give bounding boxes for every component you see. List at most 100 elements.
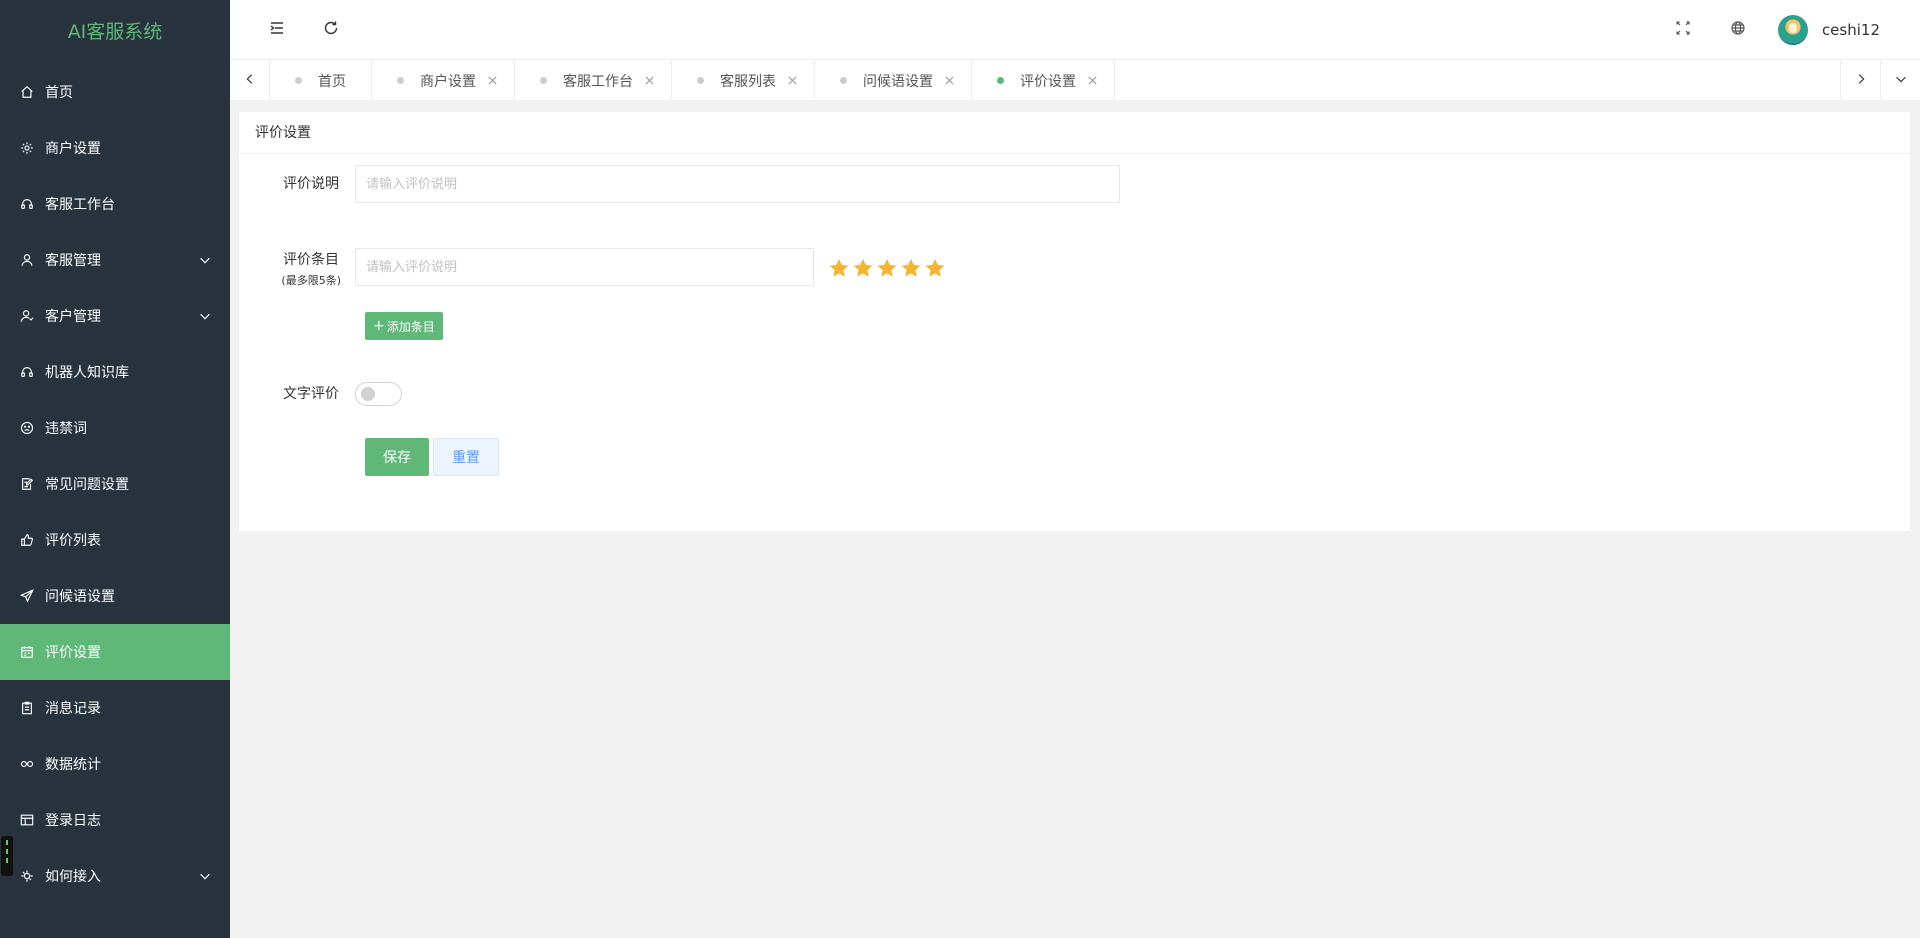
tab-status-dot — [397, 77, 404, 84]
sidebar-item-greeting-settings[interactable]: 问候语设置 — [0, 568, 230, 624]
sidebar-item-home[interactable]: 首页 — [0, 64, 230, 120]
sidebar-item-merchant-settings[interactable]: 商户设置 — [0, 120, 230, 176]
sidebar-item-label: 客服管理 — [45, 253, 101, 269]
plug-icon — [20, 869, 34, 883]
star-icon[interactable] — [828, 257, 850, 279]
sidebar-item-how-to-integrate[interactable]: 如何接入 — [0, 848, 230, 904]
tab-label: 问候语设置 — [863, 73, 933, 90]
user-menu[interactable]: ceshi12 — [1777, 15, 1880, 45]
send-icon — [20, 589, 34, 603]
sidebar-item-label: 常见问题设置 — [45, 477, 129, 493]
add-item-button[interactable]: + 添加条目 — [365, 312, 443, 340]
gear-icon — [20, 141, 34, 155]
refresh-button[interactable] — [319, 18, 343, 42]
globe-icon — [1730, 20, 1746, 40]
fullscreen-button[interactable] — [1671, 18, 1695, 42]
text-review-toggle[interactable] — [355, 382, 402, 406]
tab-status-dot — [697, 77, 704, 84]
sidebar-item-robot-knowledge[interactable]: 机器人知识库 — [0, 344, 230, 400]
review-items-label-group: 评价条目 (最多限5条) — [239, 248, 355, 288]
tab-greeting-settings[interactable]: 问候语设置 — [815, 60, 972, 100]
user-icon — [20, 253, 34, 267]
tabs-dropdown-button[interactable] — [1880, 60, 1920, 101]
tab-label: 客服工作台 — [563, 73, 633, 90]
review-items-row: 评价条目 (最多限5条) — [239, 248, 948, 288]
link-icon — [20, 757, 34, 771]
description-input[interactable] — [355, 165, 1120, 203]
star-icon[interactable] — [876, 257, 898, 279]
star-icon[interactable] — [924, 257, 946, 279]
sidebar-item-forbidden-words[interactable]: 违禁词 — [0, 400, 230, 456]
sidebar-item-customer-management[interactable]: 客户管理 — [0, 288, 230, 344]
sidebar-item-statistics[interactable]: 数据统计 — [0, 736, 230, 792]
text-review-label: 文字评价 — [283, 386, 339, 402]
sidebar-item-label: 客服工作台 — [45, 197, 115, 213]
sidebar-item-agent-management[interactable]: 客服管理 — [0, 232, 230, 288]
close-icon[interactable] — [486, 75, 498, 87]
sidebar: AI客服系统 首页 商户设置 客服工作台 客服管理 客户管理 机器人知识库 违禁… — [0, 0, 230, 938]
clipboard-icon — [20, 701, 34, 715]
review-item-input[interactable] — [355, 248, 814, 286]
sidebar-item-message-records[interactable]: 消息记录 — [0, 680, 230, 736]
username: ceshi12 — [1821, 21, 1880, 39]
text-review-row: 文字评价 — [239, 382, 402, 406]
form-actions: 保存 重置 — [365, 438, 499, 476]
customer-icon — [20, 309, 34, 323]
sidebar-item-label: 评价列表 — [45, 533, 101, 549]
tab-home[interactable]: 首页 — [270, 60, 372, 100]
save-button[interactable]: 保存 — [365, 438, 429, 476]
sidebar-item-faq-settings[interactable]: 常见问题设置 — [0, 456, 230, 512]
tab-agent-workbench[interactable]: 客服工作台 — [515, 60, 672, 100]
headset-icon — [20, 197, 34, 211]
chevron-down-icon — [1894, 72, 1908, 90]
add-item-label: 添加条目 — [386, 319, 435, 334]
sidebar-item-label: 商户设置 — [45, 141, 101, 157]
review-items-label: 评价条目 — [283, 252, 339, 268]
robot-icon — [20, 365, 34, 379]
menu-fold-icon — [269, 20, 285, 40]
reset-button[interactable]: 重置 — [433, 438, 499, 476]
tabs-scroll-right-button[interactable] — [1840, 60, 1880, 101]
tab-status-dot — [997, 77, 1004, 84]
sidebar-item-label: 首页 — [45, 85, 73, 101]
sidebar-item-login-log[interactable]: 登录日志 — [0, 792, 230, 848]
card-title: 评价设置 — [239, 112, 1910, 154]
language-button[interactable] — [1726, 18, 1750, 42]
description-label: 评价说明 — [283, 176, 339, 192]
chevron-right-icon — [1854, 72, 1868, 90]
star-icon[interactable] — [852, 257, 874, 279]
review-items-limit-hint: (最多限5条) — [281, 274, 341, 287]
sidebar-item-label: 问候语设置 — [45, 589, 115, 605]
sidebar-item-label: 违禁词 — [45, 421, 87, 437]
face-icon — [20, 421, 34, 435]
tab-review-settings[interactable]: 评价设置 — [972, 60, 1115, 100]
sidebar-item-label: 消息记录 — [45, 701, 101, 717]
tab-label: 首页 — [318, 73, 346, 90]
chevron-down-icon — [198, 869, 212, 883]
sidebar-menu: 首页 商户设置 客服工作台 客服管理 客户管理 机器人知识库 违禁词 常见问题设… — [0, 64, 230, 904]
menu-toggle-button[interactable] — [265, 18, 289, 42]
tab-list: 首页 商户设置 客服工作台 客服列表 问候语设置 评价设置 — [270, 60, 1840, 100]
sidebar-item-label: 机器人知识库 — [45, 365, 129, 381]
home-icon — [20, 85, 34, 99]
refresh-icon — [323, 20, 339, 40]
close-icon[interactable] — [643, 75, 655, 87]
tab-merchant-settings[interactable]: 商户设置 — [372, 60, 515, 100]
sidebar-item-label: 客户管理 — [45, 309, 101, 325]
tab-status-dot — [840, 77, 847, 84]
close-icon[interactable] — [943, 75, 955, 87]
close-icon[interactable] — [786, 75, 798, 87]
close-icon[interactable] — [1086, 75, 1098, 87]
sidebar-item-review-list[interactable]: 评价列表 — [0, 512, 230, 568]
top-header: ceshi12 — [230, 0, 1920, 60]
volume-meter-widget[interactable] — [1, 836, 13, 876]
thumb-up-icon — [20, 533, 34, 547]
tab-agent-list[interactable]: 客服列表 — [672, 60, 815, 100]
sidebar-item-review-settings[interactable]: 评价设置 — [0, 624, 230, 680]
sidebar-item-label: 如何接入 — [45, 869, 101, 885]
sidebar-item-agent-workbench[interactable]: 客服工作台 — [0, 176, 230, 232]
tab-status-dot — [295, 77, 302, 84]
star-rating — [828, 257, 948, 279]
tabs-scroll-left-button[interactable] — [230, 60, 270, 101]
star-icon[interactable] — [900, 257, 922, 279]
